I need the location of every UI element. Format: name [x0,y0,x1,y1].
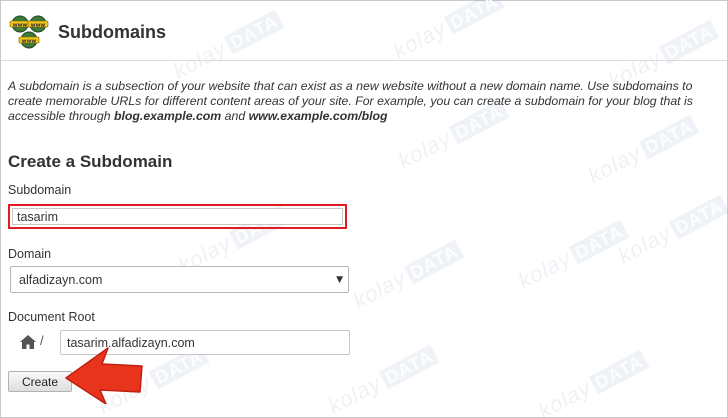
domain-label: Domain [8,247,52,261]
create-subdomain-heading: Create a Subdomain [8,152,173,171]
svg-text:www: www [22,38,37,44]
domain-select-value: alfadizayn.com [19,273,103,287]
intro-text-connector: and [221,109,249,123]
subdomain-input[interactable] [12,208,343,225]
intro-description: A subdomain is a subsection of your webs… [8,79,713,124]
home-icon [20,334,36,349]
svg-text:www: www [13,22,28,28]
svg-text:www: www [31,22,46,28]
caret-down-icon: ▼ [336,275,343,285]
page-title: Subdomains [58,21,167,42]
domain-select[interactable]: alfadizayn.com ▼ [10,266,349,293]
page-header: www www www Subdomains [8,14,166,50]
www-globes-icon: www www www [8,14,52,50]
document-root-separator: / [40,333,44,348]
create-button[interactable]: Create [8,371,72,392]
subdomain-label: Subdomain [8,183,72,197]
intro-example-subdomain: blog.example.com [113,109,222,123]
subdomain-highlight [8,204,347,229]
intro-example-path: www.example.com/blog [248,109,388,123]
header-divider [0,60,728,61]
document-root-label: Document Root [8,310,95,324]
pointer-arrow-icon [65,347,143,404]
